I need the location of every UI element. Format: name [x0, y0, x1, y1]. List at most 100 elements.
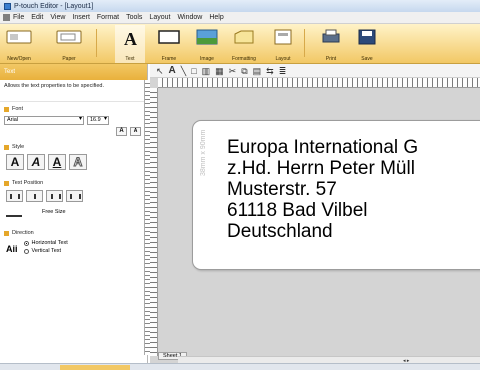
direction-section-title: Direction — [12, 230, 34, 236]
italic-button[interactable]: A — [27, 154, 45, 170]
select-arrow-icon[interactable]: ↖ — [156, 66, 164, 76]
image-label: Image — [200, 56, 214, 62]
radio-selected-icon — [23, 240, 29, 246]
label-line: 61118 Bad Vilbel — [227, 200, 368, 221]
direction-row: Aii Horizontal Text Vertical Text — [0, 238, 147, 258]
formatting-button[interactable]: Formatting — [226, 25, 262, 63]
font-select[interactable]: Arial — [4, 116, 84, 125]
document-icon[interactable] — [3, 14, 10, 21]
new-open-icon — [6, 30, 32, 44]
app-icon — [4, 2, 11, 10]
paste-icon[interactable]: ▤ — [253, 66, 262, 76]
paper-icon — [56, 30, 82, 44]
justify-button[interactable] — [66, 190, 83, 202]
menu-view[interactable]: View — [50, 14, 65, 21]
label-line: Europa International G — [227, 137, 419, 158]
section-bullet-icon — [4, 106, 9, 112]
barcode-tool-icon[interactable]: ▥ — [202, 66, 211, 76]
align-right-button[interactable] — [46, 190, 63, 202]
paper-label: Paper — [62, 56, 76, 62]
font-size-buttons: A A — [0, 127, 147, 136]
text-position-section-header: Text Position — [0, 178, 147, 188]
direction-options: Horizontal Text Vertical Text — [23, 240, 68, 256]
print-label: Print — [325, 56, 337, 62]
decrease-font-button[interactable]: A — [130, 127, 141, 136]
menu-window[interactable]: Window — [177, 14, 202, 21]
label-line: Deutschland — [227, 221, 333, 242]
save-button[interactable]: Save — [352, 25, 382, 63]
frame-button[interactable]: Frame — [152, 25, 186, 63]
menu-help[interactable]: Help — [209, 14, 223, 21]
text-tool-icon[interactable]: A — [169, 65, 176, 76]
save-icon — [358, 29, 376, 45]
formatting-label: Formatting — [232, 56, 256, 62]
rectangle-tool-icon[interactable]: □ — [191, 66, 196, 76]
layout-button[interactable]: Layout — [266, 25, 300, 63]
arrange-icon[interactable]: ⇆ — [266, 66, 274, 76]
vertical-text-radio[interactable]: Vertical Text — [23, 248, 68, 254]
label-preview[interactable]: 38mm x 90mm Europa International G z.Hd.… — [192, 120, 480, 270]
horizontal-text-radio[interactable]: Horizontal Text — [23, 240, 68, 246]
align-left-button[interactable] — [6, 190, 23, 202]
image-button[interactable]: Image — [190, 25, 224, 63]
ribbon-separator — [304, 29, 305, 57]
title-bar: P-touch Editor - [Layout1] — [0, 0, 480, 12]
font-size-select[interactable]: 16.9 — [87, 116, 109, 125]
menu-edit[interactable]: Edit — [31, 14, 43, 21]
position-buttons — [0, 188, 147, 204]
direction-icon: Aii — [6, 244, 18, 254]
label-line: z.Hd. Herrn Peter Müll — [227, 158, 415, 179]
section-bullet-icon — [4, 144, 9, 150]
cut-icon[interactable]: ✂ — [229, 66, 237, 76]
canvas-area: 38mm x 90mm Europa International G z.Hd.… — [150, 78, 480, 368]
align-icon[interactable]: ≣ — [279, 66, 287, 76]
direction-section-header: Direction — [0, 228, 147, 238]
new-open-button[interactable]: New/Open — [2, 25, 36, 63]
frame-label: Frame — [161, 56, 177, 62]
vertical-ruler — [150, 88, 158, 356]
print-button[interactable]: Print — [316, 25, 346, 63]
increase-font-button[interactable]: A — [116, 127, 127, 136]
svg-text:A: A — [124, 29, 137, 47]
drawing-toolbar: ↖ A ╲ □ ▥ ▦ ✂ ⧉ ▤ ⇆ ≣ — [150, 64, 480, 78]
print-icon — [322, 29, 340, 43]
layout-label: Layout — [275, 56, 291, 62]
properties-panel: Text Allows the text properties to be sp… — [0, 64, 148, 370]
table-tool-icon[interactable]: ▦ — [215, 66, 224, 76]
panel-header: Text — [0, 64, 147, 80]
copy-icon[interactable]: ⧉ — [241, 66, 247, 76]
free-size-label: Free Size — [42, 209, 66, 215]
underline-button[interactable]: A — [48, 154, 66, 170]
section-bullet-icon — [4, 180, 9, 186]
menu-layout[interactable]: Layout — [149, 14, 170, 21]
image-icon — [196, 29, 218, 45]
text-label: Text — [125, 56, 135, 62]
vertical-text-label: Vertical Text — [31, 248, 62, 254]
align-center-button[interactable] — [26, 190, 43, 202]
status-bar — [0, 363, 480, 370]
label-dimension: 38mm x 90mm — [200, 129, 207, 176]
style-buttons: A A A A — [0, 152, 147, 172]
font-row: Arial 16.9 — [0, 116, 147, 125]
outline-button[interactable]: A — [69, 154, 87, 170]
bold-button[interactable]: A — [6, 154, 24, 170]
formatting-icon — [234, 30, 254, 44]
menu-bar: File Edit View Insert Format Tools Layou… — [0, 12, 480, 24]
menu-file[interactable]: File — [13, 14, 24, 21]
text-button[interactable]: A Text — [115, 25, 145, 63]
line-tool-icon[interactable]: ╲ — [181, 66, 186, 76]
free-size-row[interactable]: Free Size — [0, 204, 147, 220]
save-label: Save — [361, 56, 373, 62]
menu-format[interactable]: Format — [97, 14, 119, 21]
free-size-icon — [6, 208, 22, 217]
font-section-title: Font — [12, 106, 24, 112]
paper-button[interactable]: Paper — [52, 25, 86, 63]
taskbar-button[interactable] — [60, 365, 130, 370]
style-section-header: Style — [0, 142, 147, 152]
text-icon: A — [124, 29, 137, 47]
radio-icon — [23, 248, 29, 254]
label-line: Musterstr. 57 — [227, 179, 337, 200]
label-text-box[interactable]: Europa International G z.Hd. Herrn Peter… — [227, 137, 418, 242]
menu-tools[interactable]: Tools — [126, 14, 142, 21]
menu-insert[interactable]: Insert — [72, 14, 90, 21]
